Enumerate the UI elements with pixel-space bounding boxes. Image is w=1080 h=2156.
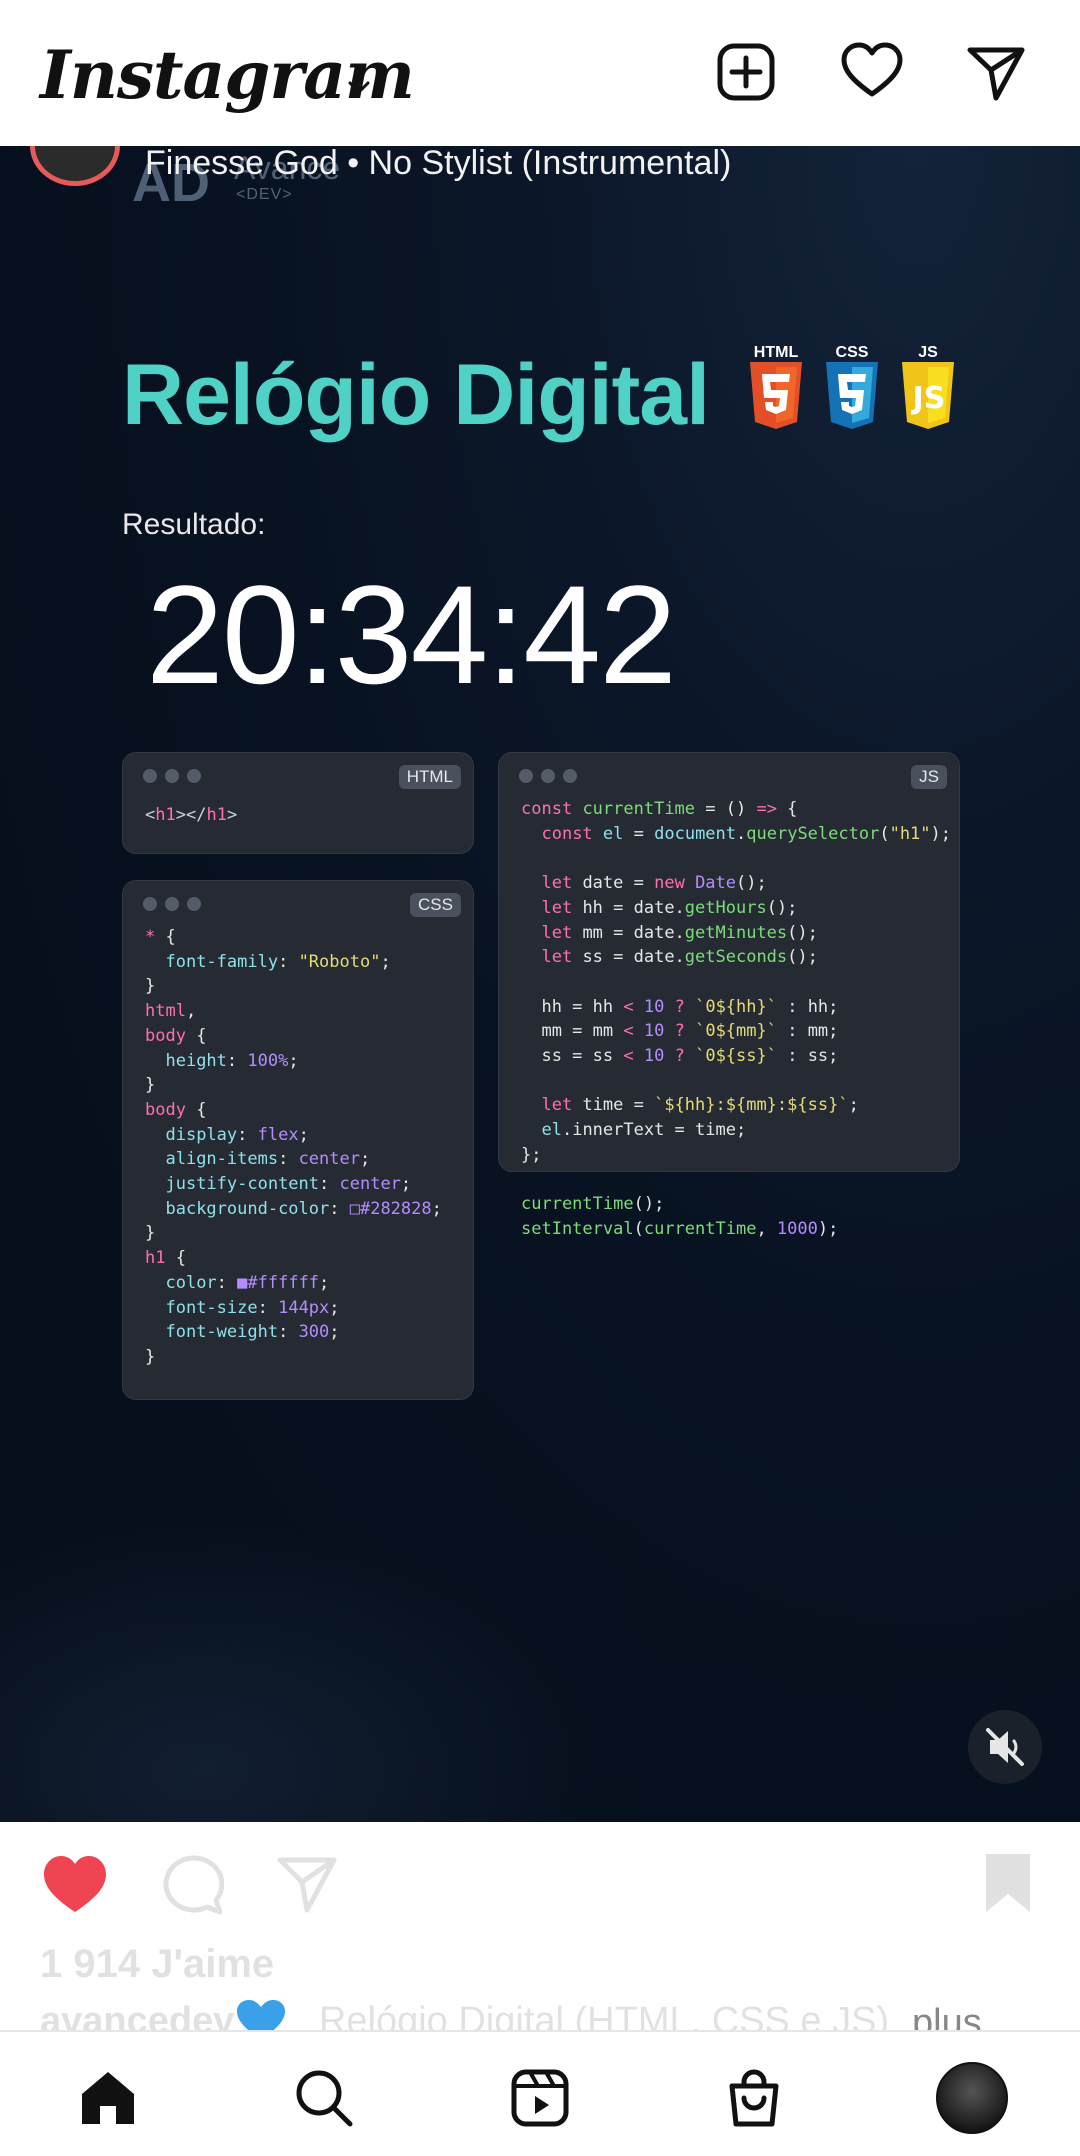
likes-count[interactable]: 1 914 J'aime [40, 1942, 274, 1987]
window-dots [519, 769, 585, 788]
chevron-down-icon[interactable] [344, 72, 374, 102]
css3-icon [826, 362, 878, 429]
css-code-card: CSS * { font-family: "Roboto"; } html, b… [122, 880, 474, 1400]
heart-icon[interactable] [840, 40, 904, 104]
audio-track[interactable]: Finesse God • No Stylist (Instrumental) [145, 146, 731, 183]
share-icon[interactable] [274, 1852, 340, 1916]
css-card-tag: CSS [410, 893, 461, 917]
html-code: <h1></h1> [145, 805, 238, 825]
shop-icon[interactable] [722, 2066, 786, 2130]
js-code: const currentTime = () => { const el = d… [521, 799, 952, 1239]
author-avatar[interactable] [30, 146, 120, 186]
speaker-muted-icon [986, 1728, 1024, 1766]
channel-tag: <DEV> [236, 186, 293, 203]
svg-text:JS: JS [911, 381, 946, 416]
js-card-tag: JS [911, 765, 947, 789]
css-code: * { font-family: "Roboto"; } html, body … [145, 927, 442, 1367]
mute-button[interactable] [968, 1710, 1042, 1784]
bookmark-icon[interactable] [980, 1850, 1036, 1916]
html-card-tag: HTML [398, 765, 461, 789]
direct-message-icon[interactable] [964, 40, 1028, 104]
video-title: Relógio Digital [122, 347, 710, 443]
post-video[interactable]: AD Avance <DEV> Finesse God • No Stylist… [0, 146, 1080, 1822]
window-dots [143, 897, 209, 916]
window-dots [143, 769, 209, 788]
reels-icon[interactable] [508, 2066, 572, 2130]
profile-avatar[interactable] [936, 2062, 1008, 2134]
html-code-card: HTML <h1></h1> [122, 752, 474, 854]
js-code-card: JS const currentTime = () => { const el … [498, 752, 960, 1239]
search-icon[interactable] [292, 2066, 356, 2130]
post-actions: 1 914 J'aime avancedev Relógio Digital (… [0, 1822, 1080, 2044]
add-post-icon[interactable] [714, 40, 778, 104]
javascript-icon: JS [902, 362, 954, 429]
top-bar: Instagram [0, 0, 1080, 146]
home-icon[interactable] [76, 2066, 140, 2130]
clock-display: 20:34:42 [146, 556, 677, 713]
bottom-nav [0, 2030, 1080, 2156]
comment-icon[interactable] [158, 1852, 224, 1916]
html5-icon [750, 362, 802, 429]
like-button[interactable] [40, 1852, 110, 1916]
result-label: Resultado: [122, 508, 266, 541]
background-glow [0, 1522, 600, 1822]
